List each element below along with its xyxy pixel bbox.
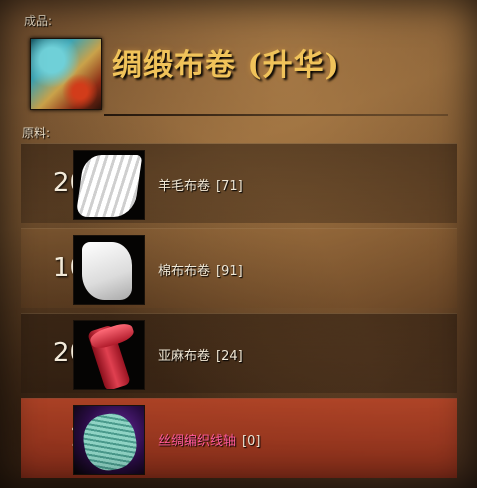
result-title: 绸缎布卷 (升华) xyxy=(112,48,340,83)
material-name-text: 亚麻布卷 xyxy=(158,349,211,364)
result-section-label: 成品: xyxy=(24,14,53,28)
material-row-cotton[interactable]: 10 棉布布卷 [91] xyxy=(21,228,457,308)
material-stock: [91] xyxy=(216,264,243,279)
material-name-text: 棉布布卷 xyxy=(158,264,211,279)
linen-bolt-icon[interactable] xyxy=(73,320,145,390)
wool-bolt-icon[interactable] xyxy=(73,150,145,220)
material-name-text: 羊毛布卷 xyxy=(158,179,211,194)
divider xyxy=(104,114,448,116)
material-name: 棉布布卷 [91] xyxy=(158,260,243,279)
material-name-text: 丝绸编织线轴 xyxy=(158,434,237,449)
material-name: 丝绸编织线轴 [0] xyxy=(158,430,260,449)
recipe-panel: 成品: 绸缎布卷 (升华) 原料: 20 羊毛布卷 [71] 10 棉布布卷 [91… xyxy=(0,0,477,488)
material-name: 亚麻布卷 [24] xyxy=(158,345,243,364)
material-name: 羊毛布卷 [71] xyxy=(158,175,243,194)
materials-section-label: 原料: xyxy=(22,126,51,140)
material-stock: [0] xyxy=(242,434,261,449)
material-stock: [24] xyxy=(216,349,243,364)
material-row-wool[interactable]: 20 羊毛布卷 [71] xyxy=(21,143,457,223)
material-stock: [71] xyxy=(216,179,243,194)
silk-bolt-icon[interactable] xyxy=(30,38,102,110)
silk-spool-icon[interactable] xyxy=(73,405,145,475)
material-row-linen[interactable]: 20 亚麻布卷 [24] xyxy=(21,313,457,393)
material-row-silk-spool[interactable]: 1 丝绸编织线轴[0] xyxy=(21,398,457,478)
cotton-bolt-icon[interactable] xyxy=(73,235,145,305)
